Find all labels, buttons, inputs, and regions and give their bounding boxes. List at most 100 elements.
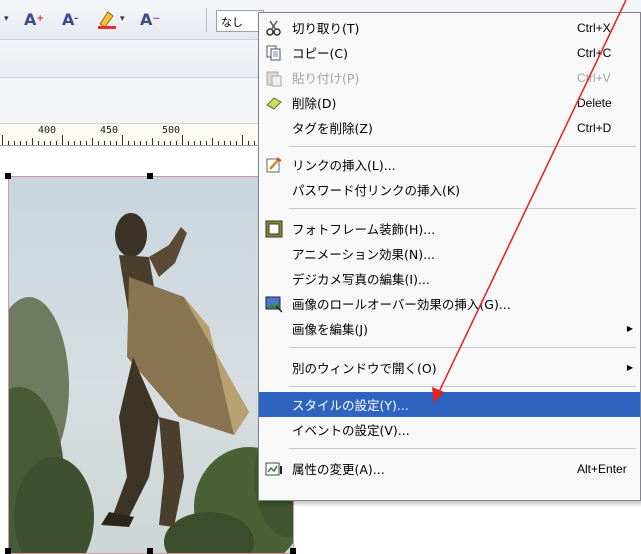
context-menu: 切り取り(T) Ctrl+X コピー(C) Ctrl+C 貼り付け(P) Ctr… <box>258 12 641 501</box>
resize-handle[interactable] <box>147 548 153 554</box>
submenu-arrow-icon: ▶ <box>626 363 633 372</box>
resize-handle[interactable] <box>5 548 11 554</box>
menu-item-delete[interactable]: 削除(D) Delete <box>259 90 640 115</box>
menu-separator <box>289 448 636 449</box>
ruler-tick <box>98 141 99 145</box>
ruler-tick <box>158 141 159 145</box>
ruler-tick <box>254 141 255 145</box>
ruler-tick <box>152 138 153 145</box>
ruler-tick <box>116 141 117 145</box>
ruler-label: 400 <box>38 125 57 136</box>
paste-icon <box>265 69 283 87</box>
ruler-tick <box>164 141 165 145</box>
menu-item-label: リンクの挿入(L)... <box>292 158 396 173</box>
menu-item-edit-image[interactable]: 画像を編集(J) ▶ <box>259 316 640 341</box>
menu-item-label: 別のウィンドウで開く(O) <box>292 361 437 376</box>
menu-item-properties[interactable]: 属性の変更(A)... Alt+Enter <box>259 456 640 481</box>
menu-item-insert-password-link[interactable]: パスワード付リンクの挿入(K) <box>259 177 640 202</box>
toolbar-separator <box>206 8 207 32</box>
ruler-tick <box>134 141 135 145</box>
ruler-tick <box>86 141 87 145</box>
scissors-icon <box>265 19 283 37</box>
ruler-tick <box>236 141 237 145</box>
menu-item-shortcut: Delete <box>577 95 612 110</box>
menu-separator <box>289 146 636 147</box>
style-dropdown[interactable]: なし <box>216 10 264 32</box>
menu-item-insert-link[interactable]: リンクの挿入(L)... <box>259 152 640 177</box>
font-decrease-icon[interactable]: A- <box>62 8 78 30</box>
ruler-tick <box>230 141 231 145</box>
resize-handle[interactable] <box>5 173 11 179</box>
ruler-tick <box>200 141 201 145</box>
menu-item-edit-photo[interactable]: デジカメ写真の編集(I)... <box>259 266 640 291</box>
ruler-tick <box>122 135 123 145</box>
rollover-image-icon <box>265 295 283 313</box>
ruler-tick <box>188 141 189 145</box>
ruler-tick <box>38 141 39 145</box>
menu-item-label: 画像のロールオーバー効果の挿入(G)... <box>292 297 511 312</box>
ruler-label: 450 <box>100 125 119 136</box>
ruler-tick <box>50 141 51 145</box>
ruler-tick <box>176 141 177 145</box>
ruler-tick <box>110 141 111 145</box>
ruler-tick <box>104 141 105 145</box>
ruler-tick <box>8 141 9 145</box>
menu-item-animation[interactable]: アニメーション効果(N)... <box>259 241 640 266</box>
font-format-icon[interactable]: A ~ <box>140 8 160 30</box>
ruler-tick <box>68 141 69 145</box>
menu-item-label: タグを削除(Z) <box>292 121 373 136</box>
eraser-icon <box>265 94 283 112</box>
menu-item-cut[interactable]: 切り取り(T) Ctrl+X <box>259 15 640 40</box>
style-dropdown-value: なし <box>221 16 243 29</box>
menu-item-label: スタイルの設定(Y)... <box>292 398 409 413</box>
ruler-tick <box>128 141 129 145</box>
menu-item-label: パスワード付リンクの挿入(K) <box>292 183 460 198</box>
selected-image[interactable] <box>8 176 294 554</box>
statue-photo <box>9 213 293 553</box>
menu-item-rollover[interactable]: 画像のロールオーバー効果の挿入(G)... <box>259 291 640 316</box>
resize-handle[interactable] <box>147 173 153 179</box>
resize-handle[interactable] <box>290 548 296 554</box>
ruler-tick <box>80 141 81 145</box>
menu-item-label: 貼り付け(P) <box>292 71 360 86</box>
ruler-tick <box>242 135 243 145</box>
ruler-tick <box>92 138 93 145</box>
link-insert-icon <box>265 156 283 174</box>
ruler-tick <box>218 141 219 145</box>
ruler-label: 500 <box>162 125 181 136</box>
menu-item-label: コピー(C) <box>292 46 348 61</box>
menu-separator <box>289 386 636 387</box>
menu-item-copy[interactable]: コピー(C) Ctrl+C <box>259 40 640 65</box>
ruler-tick <box>146 141 147 145</box>
menu-item-style-settings[interactable]: スタイルの設定(Y)... <box>259 392 640 417</box>
menu-item-open-new-window[interactable]: 別のウィンドウで開く(O) ▶ <box>259 355 640 380</box>
ruler-tick <box>206 141 207 145</box>
menu-item-label: 削除(D) <box>292 96 337 111</box>
highlight-pen-icon[interactable]: ▾ <box>96 8 125 30</box>
menu-item-paste[interactable]: 貼り付け(P) Ctrl+V <box>259 65 640 90</box>
ruler-tick <box>20 141 21 145</box>
menu-item-shortcut: Ctrl+D <box>577 120 612 135</box>
ruler-tick <box>56 141 57 145</box>
menu-separator <box>289 208 636 209</box>
font-increase-icon[interactable]: A + <box>24 8 44 30</box>
menu-item-label: アニメーション効果(N)... <box>292 247 436 262</box>
properties-icon <box>265 460 283 478</box>
menu-item-shortcut: Ctrl+X <box>577 20 611 35</box>
menu-item-label: 属性の変更(A)... <box>292 462 385 477</box>
menu-item-label: 切り取り(T) <box>292 21 360 36</box>
ruler-tick <box>182 135 183 145</box>
menu-item-remove-tag[interactable]: タグを削除(Z) Ctrl+D <box>259 115 640 140</box>
menu-item-shortcut: Ctrl+C <box>577 45 612 60</box>
ruler-tick <box>44 141 45 145</box>
menu-item-photo-frame[interactable]: フォトフレーム装飾(H)... <box>259 216 640 241</box>
ruler-tick <box>212 138 213 145</box>
menu-item-event-settings[interactable]: イベントの設定(V)... <box>259 417 640 442</box>
dropdown-arrow-icon[interactable]: ▾ <box>2 8 9 30</box>
copy-icon <box>265 44 283 62</box>
menu-item-label: デジカメ写真の編集(I)... <box>292 272 430 287</box>
ruler-tick <box>2 135 3 145</box>
ruler-tick <box>248 141 249 145</box>
menu-item-label: イベントの設定(V)... <box>292 423 410 438</box>
ruler-tick <box>140 141 141 145</box>
